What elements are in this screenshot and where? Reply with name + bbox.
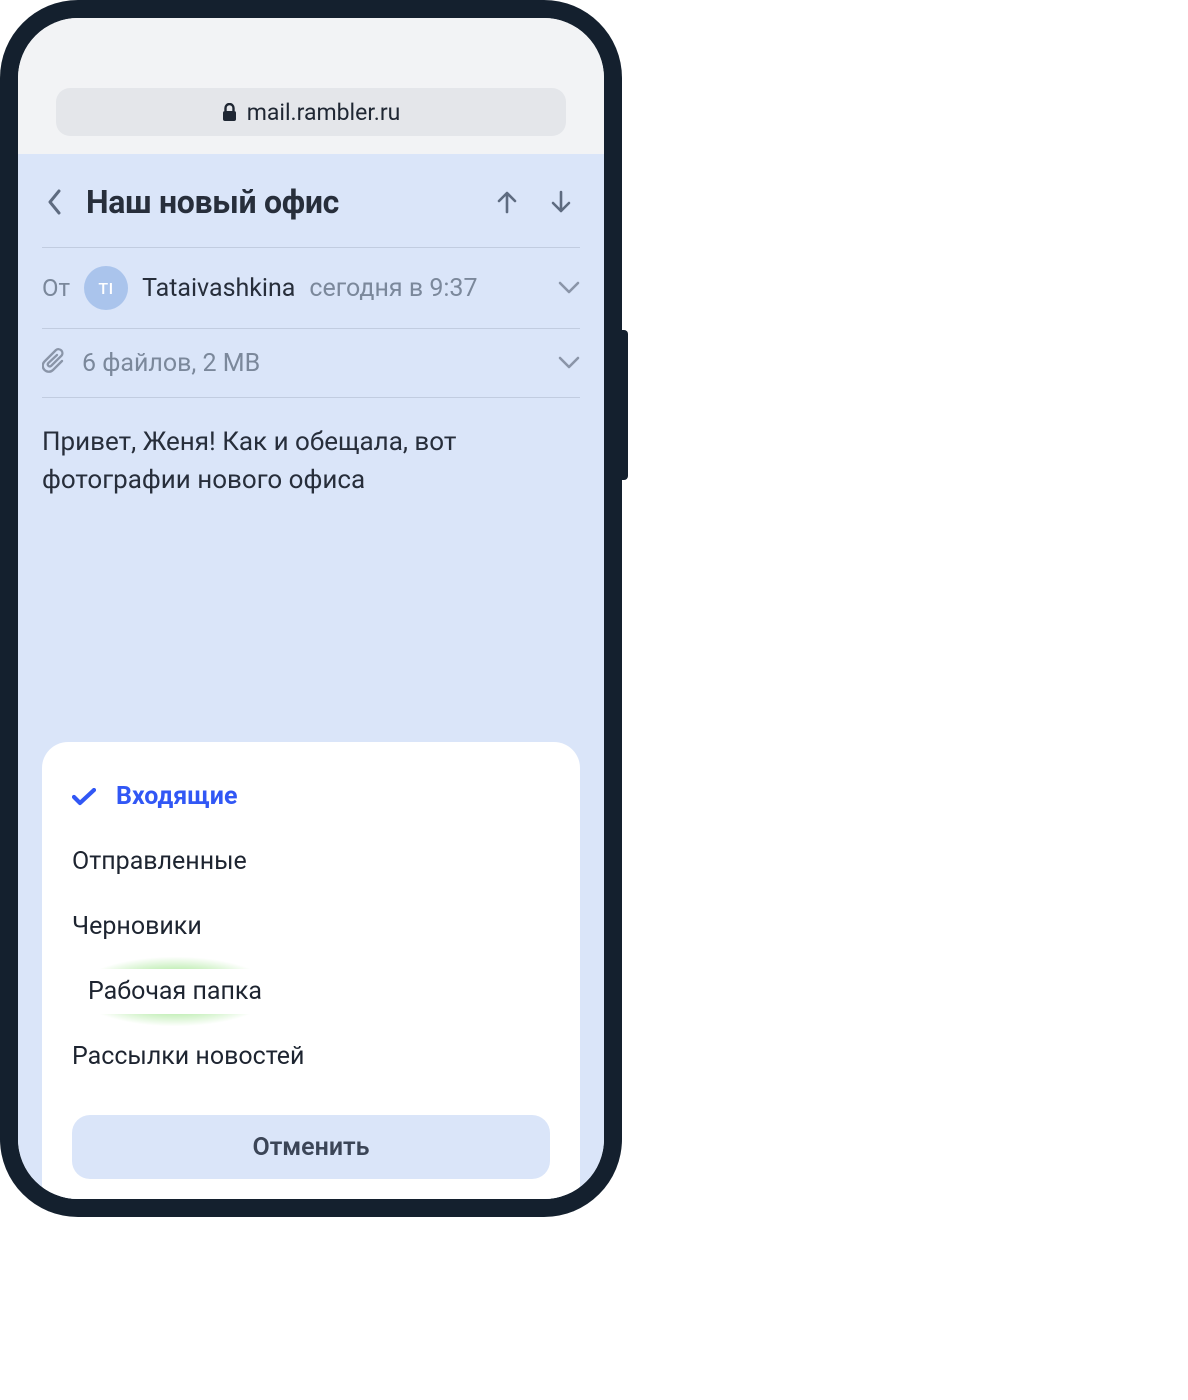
sender-avatar: TI (84, 266, 128, 310)
email-header: Наш новый офис (18, 154, 604, 247)
sender-row[interactable]: От TI Tataivashkina сегодня в 9:37 (42, 247, 580, 329)
folder-label: Рассылки новостей (72, 1042, 304, 1071)
folder-label: Черновики (72, 912, 202, 941)
paperclip-icon (42, 347, 68, 379)
folder-item-inbox[interactable]: Входящие (42, 764, 580, 829)
folder-label: Рабочая папка (88, 977, 262, 1006)
app-content: Наш новый офис От (18, 154, 604, 1199)
cancel-button[interactable]: Отменить (72, 1115, 550, 1179)
attachments-summary: 6 файлов, 2 MB (82, 349, 260, 378)
sender-name: Tataivashkina (142, 274, 295, 303)
phone-frame: mail.rambler.ru Наш новый офис (0, 0, 622, 1217)
folder-item-sent[interactable]: Отправленные (42, 829, 580, 894)
chevron-down-icon (558, 354, 580, 373)
address-pill[interactable]: mail.rambler.ru (56, 88, 566, 136)
lock-icon (222, 103, 237, 121)
folder-item-work[interactable]: Рабочая папка (42, 959, 580, 1024)
folder-action-sheet: Входящие Отправленные Черновики Рабочая … (42, 742, 580, 1199)
email-subject: Наш новый офис (86, 183, 482, 221)
check-icon (72, 788, 96, 806)
avatar-initials: TI (98, 279, 113, 298)
folder-label: Отправленные (72, 847, 247, 876)
back-button[interactable] (34, 182, 74, 222)
chevron-down-icon (558, 279, 580, 298)
cancel-label: Отменить (252, 1133, 369, 1162)
prev-email-button[interactable] (494, 189, 520, 215)
sender-time: сегодня в 9:37 (309, 274, 477, 303)
folder-label: Входящие (116, 782, 237, 811)
email-body: Привет, Женя! Как и обещала, вот фотогра… (18, 398, 604, 499)
address-url: mail.rambler.ru (247, 99, 401, 126)
browser-address-bar: mail.rambler.ru (18, 18, 604, 154)
phone-side-button (622, 330, 628, 480)
phone-screen: mail.rambler.ru Наш новый офис (18, 18, 604, 1199)
email-meta: От TI Tataivashkina сегодня в 9:37 (18, 247, 604, 398)
attachments-row[interactable]: 6 файлов, 2 MB (42, 329, 580, 398)
from-label: От (42, 274, 70, 302)
next-email-button[interactable] (548, 189, 574, 215)
folder-item-newsletters[interactable]: Рассылки новостей (42, 1024, 580, 1089)
